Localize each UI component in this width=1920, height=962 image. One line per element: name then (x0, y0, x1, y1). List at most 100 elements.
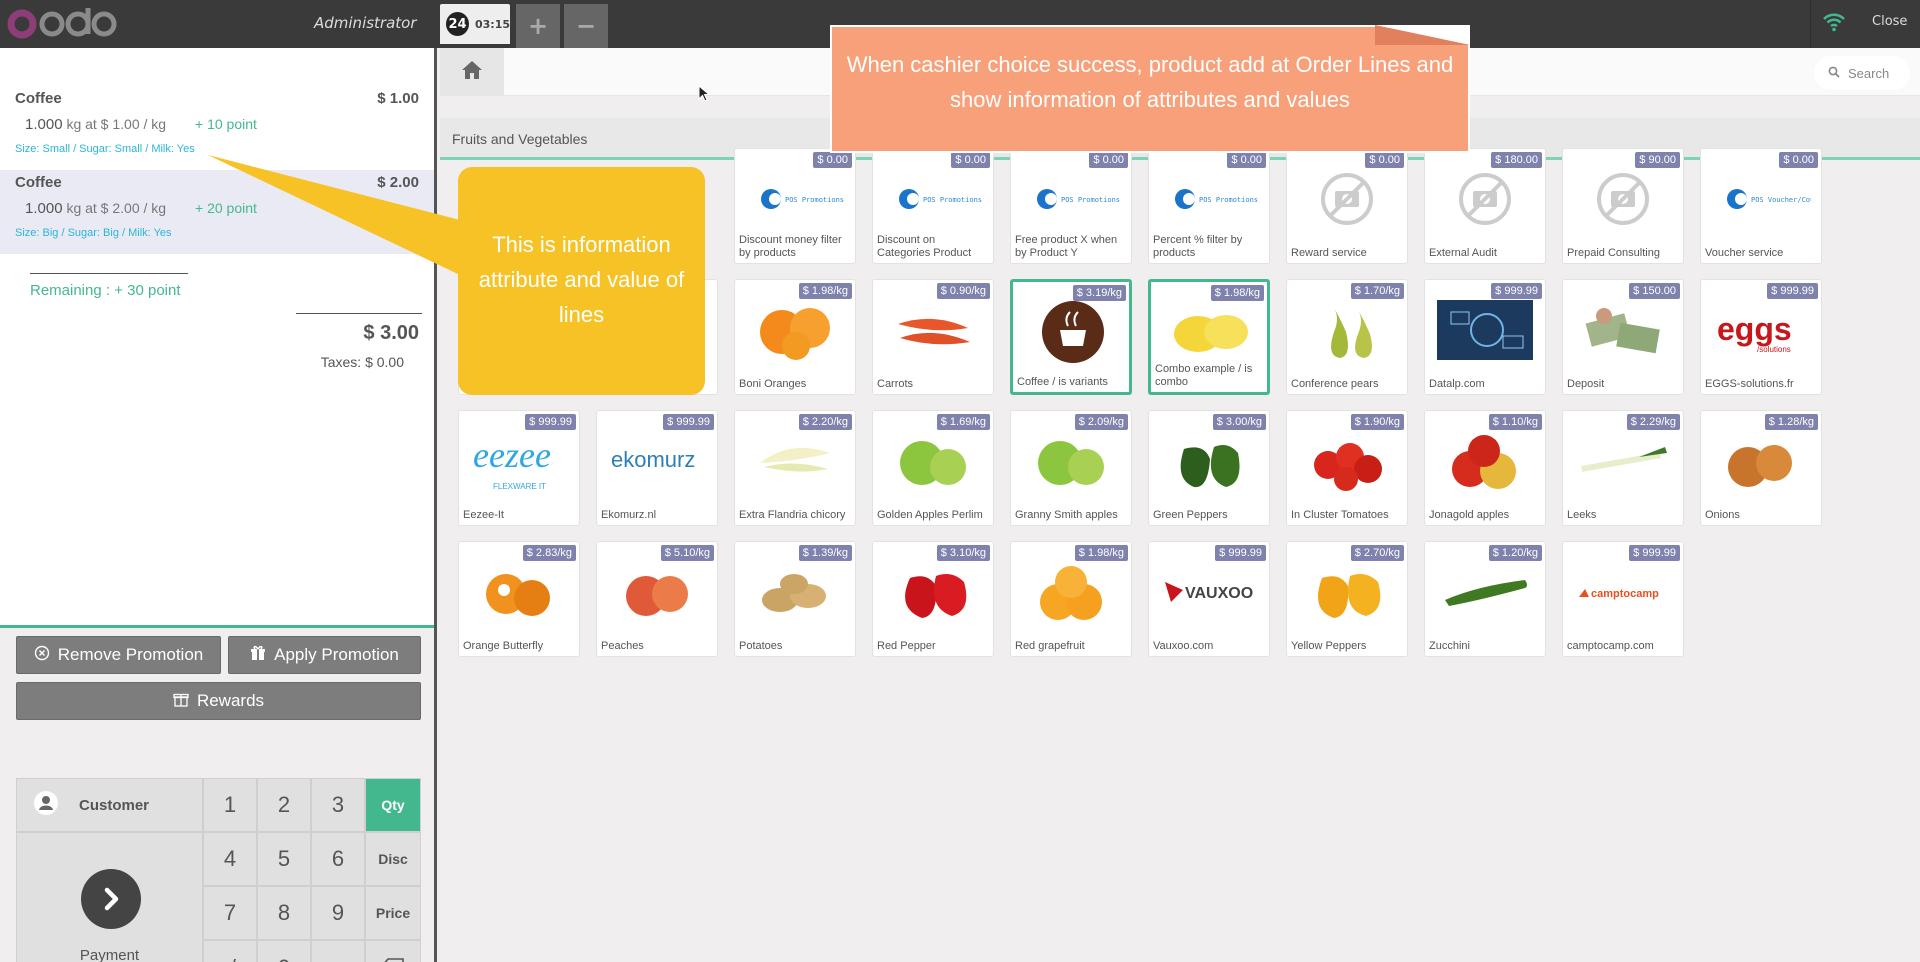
product-name: camptocamp.com (1567, 640, 1654, 652)
product-card[interactable]: $ 1.28/kg Onions (1700, 410, 1822, 526)
product-card[interactable]: $ 5.10/kg Peaches (596, 541, 718, 657)
product-price: $ 2.83/kg (522, 545, 576, 561)
wifi-icon[interactable] (1822, 12, 1846, 36)
close-button[interactable]: Close (1872, 14, 1907, 29)
svg-text:POS Voucher/Coupon: POS Voucher/Coupon (1751, 196, 1811, 204)
product-price: $ 999.99 (1491, 283, 1542, 299)
product-card[interactable]: $ 3.00/kg Green Peppers (1148, 410, 1270, 526)
customer-button[interactable]: Customer (16, 778, 203, 832)
product-name: Extra Flandria chicory (739, 509, 846, 521)
order-line-qty: 1.000 (25, 200, 63, 217)
product-price: $ 0.00 (1089, 152, 1128, 168)
remove-promotion-button[interactable]: Remove Promotion (16, 636, 221, 674)
backspace-button[interactable] (365, 940, 421, 962)
order-line-attributes: Size: Big / Sugar: Big / Milk: Yes (15, 227, 172, 239)
apply-promotion-button[interactable]: Apply Promotion (228, 636, 421, 674)
remove-order-button[interactable]: − (564, 4, 608, 48)
product-card[interactable]: $ 999.99 camptocamp camptocamp.com (1562, 541, 1684, 657)
numpad-key-8[interactable]: 8 (257, 886, 311, 940)
mode-price-button[interactable]: Price (365, 886, 421, 940)
product-card[interactable]: $ 2.09/kg Granny Smith apples (1010, 410, 1132, 526)
product-card[interactable]: $ 1.98/kg Boni Oranges (734, 279, 856, 395)
product-price: $ 0.00 (1365, 152, 1404, 168)
numpad-key-4[interactable]: 4 (203, 832, 257, 886)
svg-text:POS Promotions: POS Promotions (1199, 196, 1258, 204)
product-card[interactable]: $ 0.00 POS Voucher/Coupon Voucher service (1700, 148, 1822, 264)
numpad-key-sign[interactable]: +/- (203, 940, 257, 962)
product-card[interactable]: $ 0.00 POS Promotions Discount on Categori… (872, 148, 994, 264)
numpad-key-dot[interactable]: . (311, 940, 365, 962)
numpad-key-7[interactable]: 7 (203, 886, 257, 940)
product-name: Datalp.com (1429, 378, 1485, 390)
product-price: $ 0.00 (951, 152, 990, 168)
product-card[interactable]: $ 2.70/kg Yellow Peppers (1286, 541, 1408, 657)
product-card[interactable]: $ 1.90/kg In Cluster Tomatoes (1286, 410, 1408, 526)
order-tab[interactable]: 24 03:15 (440, 4, 510, 44)
product-name: Boni Oranges (739, 378, 807, 390)
mode-disc-button[interactable]: Disc (365, 832, 421, 886)
numpad-key-1[interactable]: 1 (203, 778, 257, 832)
control-panel: Remove Promotion Apply Promotion Rewards… (0, 628, 434, 962)
product-card[interactable]: $ 3.10/kg Red Pepper (872, 541, 994, 657)
product-card[interactable]: $ 999.99 Datalp.com (1424, 279, 1546, 395)
product-card[interactable]: $ 999.99 eggs/solutions EGGS-solutions.fr (1700, 279, 1822, 395)
numpad-key-0[interactable]: 0 (257, 940, 311, 962)
product-image: POS Promotions (745, 167, 845, 231)
product-card[interactable]: $ 1.10/kg Jonagold apples (1424, 410, 1546, 526)
product-card[interactable]: $ 1.69/kg Golden Apples Perlim (872, 410, 994, 526)
numpad-key-2[interactable]: 2 (257, 778, 311, 832)
mouse-cursor-icon (698, 85, 710, 102)
product-price: $ 1.90/kg (1350, 414, 1404, 430)
product-card[interactable]: $ 2.29/kg Leeks (1562, 410, 1684, 526)
product-name: Carrots (877, 378, 914, 390)
product-card[interactable]: $ 1.20/kg Zucchini (1424, 541, 1546, 657)
product-card[interactable]: $ 1.70/kg Conference pears (1286, 279, 1408, 395)
product-card[interactable]: $ 1.98/kg Combo example / is combo (1148, 279, 1270, 395)
product-image (1573, 298, 1673, 362)
product-card[interactable]: $ 1.98/kg Red grapefruit (1010, 541, 1132, 657)
home-button[interactable] (440, 48, 504, 96)
product-card[interactable]: $ 0.00 POS Promotions Discount money filte… (734, 148, 856, 264)
user-icon (33, 790, 59, 820)
product-price: $ 1.70/kg (1350, 283, 1404, 299)
category-fruits-vegetables[interactable]: Fruits and Vegetables (452, 131, 587, 147)
product-image (1021, 560, 1121, 624)
product-image (607, 560, 707, 624)
order-sequence: 24 (446, 12, 469, 36)
product-card[interactable]: $ 90.00 Prepaid Consulting (1562, 148, 1684, 264)
search-input[interactable]: Search (1814, 56, 1910, 90)
product-card[interactable]: $ 0.90/kg Carrots (872, 279, 994, 395)
rewards-button[interactable]: Rewards (16, 682, 421, 720)
product-card[interactable]: $ 0.00 POS Promotions Percent % filter by … (1148, 148, 1270, 264)
numpad-key-5[interactable]: 5 (257, 832, 311, 886)
cashier-name[interactable]: Administrator (314, 14, 417, 32)
product-card[interactable]: $ 999.99 VAUXOO Vauxoo.com (1148, 541, 1270, 657)
add-order-button[interactable]: + (516, 4, 560, 48)
payment-button[interactable]: Payment (16, 832, 203, 962)
product-name: Red Pepper (877, 640, 936, 652)
mode-qty-button[interactable]: Qty (365, 778, 421, 832)
product-image (883, 429, 983, 493)
product-price: $ 0.00 (1779, 152, 1818, 168)
product-card[interactable]: $ 999.99 eezee FLEXWARE IT Eezee-It (458, 410, 580, 526)
product-card[interactable]: $ 2.83/kg Orange Butterfly (458, 541, 580, 657)
numpad-key-9[interactable]: 9 (311, 886, 365, 940)
product-card[interactable]: $ 0.00 POS Promotions Free product X when … (1010, 148, 1132, 264)
home-icon (461, 60, 483, 84)
product-card[interactable]: $ 1.39/kg Potatoes (734, 541, 856, 657)
product-image (1573, 429, 1673, 493)
product-price: $ 2.29/kg (1626, 414, 1680, 430)
product-card[interactable]: $ 180.00 External Audit (1424, 148, 1546, 264)
product-card[interactable]: $ 150.00 Deposit (1562, 279, 1684, 395)
product-name: Discount money filter by products (739, 234, 842, 259)
order-time: 03:15 (474, 17, 510, 31)
numpad-key-6[interactable]: 6 (311, 832, 365, 886)
product-card[interactable]: $ 2.20/kg Extra Flandria chicory (734, 410, 856, 526)
product-card[interactable]: $ 3.19/kg Coffee / is variants (1010, 279, 1132, 395)
product-card[interactable]: $ 999.99 ekomurz Ekomurz.nl (596, 410, 718, 526)
product-card[interactable]: $ 0.00 Reward service (1286, 148, 1408, 264)
product-name: Zucchini (1429, 640, 1470, 652)
numpad-key-3[interactable]: 3 (311, 778, 365, 832)
customer-label: Customer (79, 796, 150, 814)
summary-divider (30, 273, 188, 274)
